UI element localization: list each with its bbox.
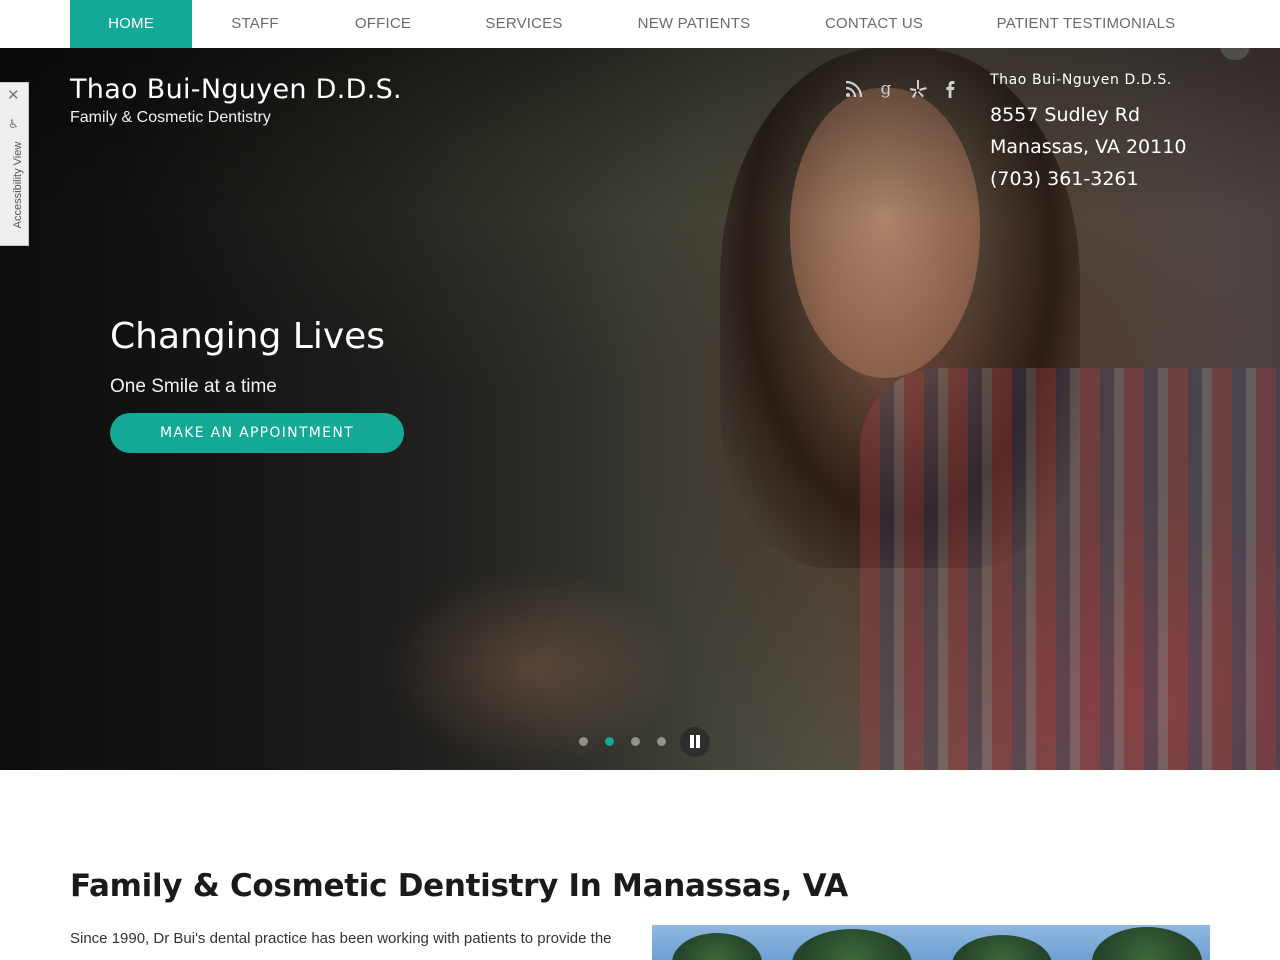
contact-street[interactable]: 8557 Sudley Rd xyxy=(990,104,1140,126)
slider-pagination xyxy=(0,727,1280,757)
yelp-icon[interactable] xyxy=(907,78,929,100)
contact-phone[interactable]: (703) 361-3261 xyxy=(990,168,1139,190)
hero-slider: Thao Bui-Nguyen D.D.S. Family & Cosmetic… xyxy=(0,48,1280,770)
google-icon[interactable]: g xyxy=(875,78,897,100)
contact-practice-name: Thao Bui-Nguyen D.D.S. xyxy=(990,72,1172,88)
office-photo xyxy=(652,925,1210,960)
slider-pause-button[interactable] xyxy=(680,727,710,757)
intro-paragraph: Since 1990, Dr Bui's dental practice has… xyxy=(70,930,612,947)
svg-text:g: g xyxy=(881,79,892,99)
main-navigation: HOME STAFF OFFICE SERVICES NEW PATIENTS … xyxy=(0,0,1280,48)
pause-icon-bar xyxy=(696,735,700,748)
accessibility-view-tab[interactable]: ✕ ♿ Accessibility View xyxy=(0,82,29,246)
site-title[interactable]: Thao Bui-Nguyen D.D.S. xyxy=(70,74,402,105)
slide-dot-3[interactable] xyxy=(631,737,640,746)
nav-patient-testimonials[interactable]: PATIENT TESTIMONIALS xyxy=(984,0,1188,48)
rss-icon[interactable] xyxy=(843,78,865,100)
pause-icon xyxy=(690,735,694,748)
nav-office[interactable]: OFFICE xyxy=(340,0,426,48)
slide-dot-2[interactable] xyxy=(605,737,614,746)
make-appointment-button[interactable]: MAKE AN APPOINTMENT xyxy=(110,413,404,453)
slide-dot-4[interactable] xyxy=(657,737,666,746)
section-title: Family & Cosmetic Dentistry In Manassas,… xyxy=(70,868,848,904)
close-icon[interactable]: ✕ xyxy=(7,88,20,103)
site-tagline: Family & Cosmetic Dentistry xyxy=(70,109,271,126)
contact-city[interactable]: Manassas, VA 20110 xyxy=(990,136,1186,158)
facebook-icon[interactable] xyxy=(939,78,961,100)
nav-contact-us[interactable]: CONTACT US xyxy=(810,0,938,48)
photo-tree xyxy=(792,929,912,960)
hero-heading: Changing Lives xyxy=(110,316,386,357)
accessibility-label: Accessibility View xyxy=(12,141,24,229)
hero-subheading: One Smile at a time xyxy=(110,376,277,397)
accessibility-icon: ♿ xyxy=(8,117,19,131)
nav-new-patients[interactable]: NEW PATIENTS xyxy=(622,0,766,48)
photo-tree xyxy=(952,935,1052,960)
photo-tree xyxy=(672,933,762,960)
photo-tree xyxy=(1092,927,1202,960)
slide-dot-1[interactable] xyxy=(579,737,588,746)
nav-services[interactable]: SERVICES xyxy=(470,0,578,48)
nav-staff[interactable]: STAFF xyxy=(214,0,296,48)
nav-home[interactable]: HOME xyxy=(70,0,192,48)
